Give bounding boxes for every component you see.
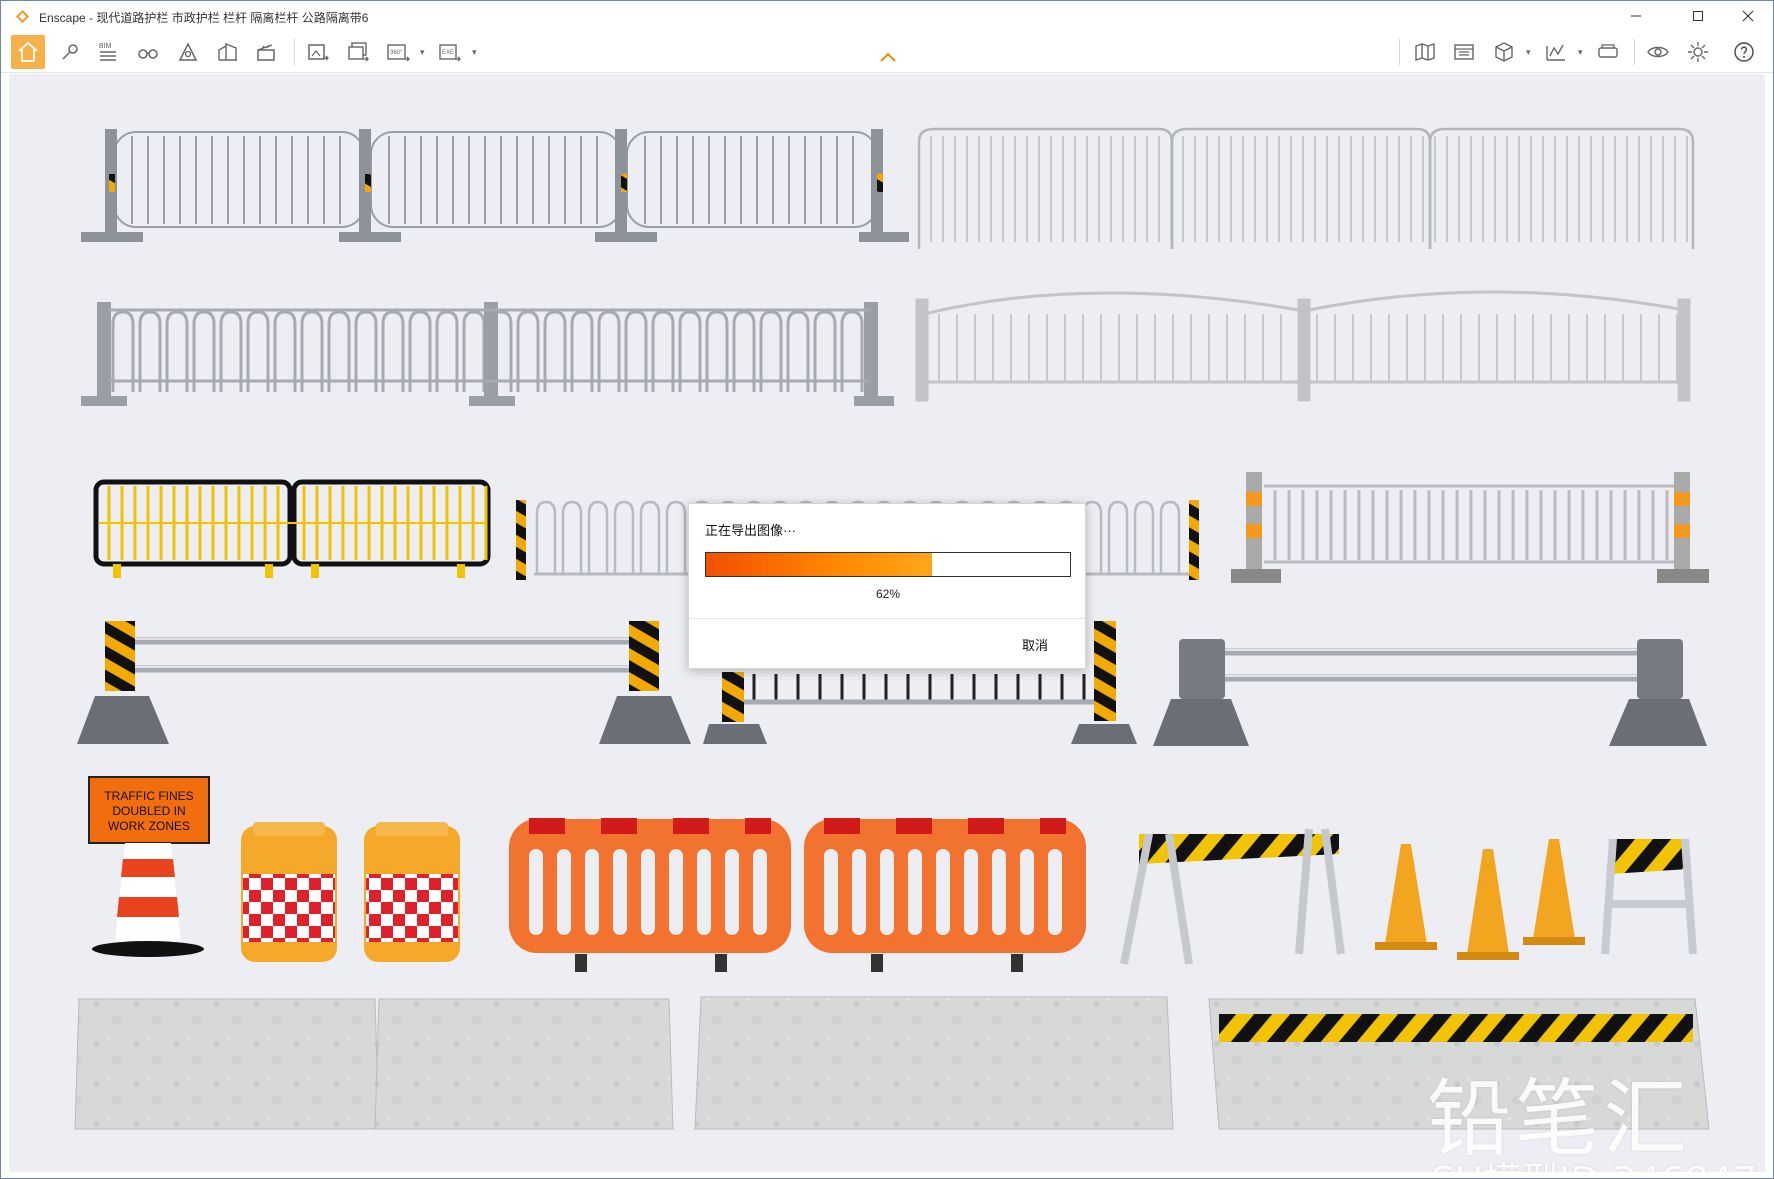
close-button[interactable] — [1725, 1, 1771, 31]
panorama-button[interactable]: 360° — [381, 35, 415, 69]
chart-button[interactable] — [1539, 35, 1573, 69]
svg-text:360°: 360° — [390, 50, 403, 56]
help-button[interactable] — [1727, 35, 1761, 69]
vr-headset-button[interactable] — [1591, 35, 1625, 69]
material-icon — [1495, 42, 1513, 62]
chart-icon — [1546, 44, 1565, 61]
pin-icon — [62, 44, 78, 60]
minimize-icon — [1631, 15, 1641, 17]
svg-text:TRAFFIC FINES: TRAFFIC FINES — [104, 789, 193, 803]
bim-button[interactable]: BIM — [91, 35, 125, 69]
title-bar: Enscape - 现代道路护栏 市政护栏 栏杆 隔离栏杆 公路隔离带6 — [1, 1, 1773, 31]
svg-text:BIM: BIM — [99, 43, 112, 50]
chevron-up-icon[interactable] — [879, 51, 897, 63]
asset-library-button[interactable] — [211, 35, 245, 69]
material-button[interactable] — [1487, 35, 1521, 69]
render-image-icon — [308, 44, 329, 61]
window-title: Enscape - 现代道路护栏 市政护栏 栏杆 隔离栏杆 公路隔离带6 — [39, 11, 369, 25]
traffic-fines-sign: TRAFFIC FINES DOUBLED IN WORK ZONES — [88, 776, 210, 957]
home-icon — [18, 41, 38, 62]
home-button[interactable] — [11, 35, 45, 69]
chevron-down-icon[interactable]: ▾ — [1526, 47, 1531, 58]
progress-bar — [705, 552, 1071, 577]
views-button[interactable] — [1447, 35, 1481, 69]
maximize-button[interactable] — [1675, 1, 1721, 31]
pin-button[interactable] — [53, 35, 87, 69]
binoculars-icon — [138, 49, 158, 59]
export-exe-button[interactable]: EXE — [433, 35, 467, 69]
atmosphere-button[interactable] — [171, 35, 205, 69]
clapper-icon — [257, 44, 275, 61]
toolbar-divider — [1399, 39, 1400, 65]
asset-library-icon — [218, 42, 237, 61]
fence-row-2-right — [915, 290, 1691, 402]
fence-row-1-left — [81, 129, 909, 242]
batch-render-button[interactable] — [341, 35, 375, 69]
export-exe-icon: EXE — [439, 44, 461, 62]
bim-icon: BIM — [99, 43, 116, 61]
svg-text:WORK ZONES: WORK ZONES — [108, 819, 190, 833]
panorama-360-icon: 360° — [387, 44, 410, 62]
traffic-cones — [1375, 839, 1585, 960]
close-icon — [1742, 10, 1754, 22]
toolbar-divider — [1634, 39, 1635, 65]
enscape-logo-icon — [15, 9, 30, 24]
progress-percent-label: 62% — [875, 587, 901, 601]
fence-row-2-left — [81, 302, 894, 406]
cancel-button[interactable]: 取消 — [999, 634, 1071, 658]
fence-row-1-right — [917, 127, 1695, 249]
minimize-button[interactable] — [1613, 1, 1659, 31]
map-icon — [1415, 43, 1435, 61]
chevron-down-icon[interactable]: ▾ — [472, 47, 477, 58]
maximize-icon — [1693, 11, 1703, 21]
settings-button[interactable] — [1681, 35, 1715, 69]
render-image-button[interactable] — [301, 35, 335, 69]
svg-text:EXE: EXE — [442, 50, 454, 56]
steel-guardrail-right — [1153, 639, 1707, 746]
orange-plastic-barrier-2 — [804, 818, 1086, 972]
visual-settings-button[interactable] — [1641, 35, 1675, 69]
progress-bar-fill — [706, 553, 932, 576]
batch-render-icon — [348, 42, 369, 62]
sawhorse-barricade — [1120, 828, 1345, 965]
views-icon — [1454, 44, 1474, 60]
export-progress-dialog: 正在导出图像··· 62% 取消 — [688, 503, 1086, 669]
svg-text:DOUBLED IN: DOUBLED IN — [112, 804, 185, 818]
help-icon — [1734, 42, 1754, 62]
clapper-button[interactable] — [249, 35, 283, 69]
settings-icon — [1688, 42, 1708, 62]
vr-headset-icon — [1598, 44, 1618, 58]
checkered-barrel-2 — [364, 822, 460, 962]
binoculars-button[interactable] — [131, 35, 165, 69]
orange-plastic-barrier-1 — [509, 818, 791, 972]
chevron-down-icon[interactable]: ▾ — [420, 47, 425, 58]
visual-settings-icon — [1647, 46, 1669, 58]
app-window: Enscape - 现代道路护栏 市政护栏 栏杆 隔离栏杆 公路隔离带6 BIM — [0, 0, 1774, 1179]
steel-guardrail-left — [77, 621, 691, 744]
dialog-title: 正在导出图像··· — [705, 523, 796, 538]
small-a-frame-barricade — [1601, 838, 1697, 955]
orange-post-fence — [1231, 472, 1709, 583]
toolbar-divider — [294, 39, 295, 65]
atmosphere-icon — [178, 42, 198, 61]
map-button[interactable] — [1408, 35, 1442, 69]
watermark-model-id: SU模型ID:346847 — [1431, 1150, 1757, 1172]
yellow-black-barrier — [93, 479, 491, 578]
checkered-barrel-1 — [241, 822, 337, 962]
chevron-down-icon[interactable]: ▾ — [1578, 47, 1583, 58]
dialog-divider — [689, 618, 1085, 619]
